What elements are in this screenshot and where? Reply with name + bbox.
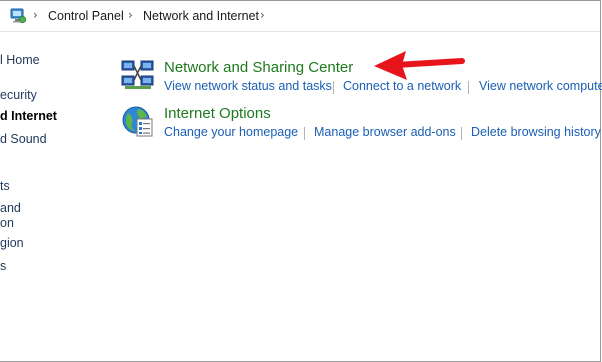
nav-item-hardware-and-sound[interactable]: d Sound xyxy=(0,132,47,146)
link-separator xyxy=(333,81,334,94)
manage-browser-addons-link[interactable]: Manage browser add-ons xyxy=(314,125,456,139)
breadcrumb-separator: › xyxy=(260,8,265,22)
nav-item-system-and-security[interactable]: ecurity xyxy=(0,88,37,102)
network-and-sharing-center-title[interactable]: Network and Sharing Center xyxy=(164,59,353,76)
internet-options-title[interactable]: Internet Options xyxy=(164,105,271,122)
address-bar[interactable]: › Control Panel › Network and Internet › xyxy=(0,1,600,32)
breadcrumb-separator: › xyxy=(128,8,133,22)
nav-item-control-panel-home[interactable]: l Home xyxy=(0,53,40,67)
view-network-computers-link[interactable]: View network compute xyxy=(479,79,602,93)
breadcrumb-control-panel[interactable]: Control Panel xyxy=(48,9,124,23)
view-network-status-link[interactable]: View network status and tasks xyxy=(164,79,332,93)
nav-item-clock-and-region[interactable]: gion xyxy=(0,236,24,250)
nav-item-ease-of-access[interactable]: s xyxy=(0,259,6,273)
nav-item-user-accounts[interactable]: ts xyxy=(0,179,10,193)
change-homepage-link[interactable]: Change your homepage xyxy=(164,125,298,139)
internet-options-icon[interactable] xyxy=(121,104,155,138)
left-navigation: l Home ecurity d Internet d Sound ts and… xyxy=(0,31,100,361)
breadcrumb-network-and-internet[interactable]: Network and Internet xyxy=(143,9,259,23)
network-sharing-icon[interactable] xyxy=(121,58,155,92)
nav-item-appearance-and-personalization[interactable]: and xyxy=(0,201,21,215)
control-panel-icon xyxy=(10,8,27,24)
link-separator xyxy=(461,127,462,140)
nav-item-network-and-internet[interactable]: d Internet xyxy=(0,109,57,123)
red-arrow-icon xyxy=(374,51,465,80)
control-panel-window: › Control Panel › Network and Internet ›… xyxy=(0,0,602,362)
nav-item-appearance-and-personalization-line2[interactable]: on xyxy=(0,216,14,230)
link-separator xyxy=(304,127,305,140)
delete-browsing-history-link[interactable]: Delete browsing history a xyxy=(471,125,602,139)
link-separator xyxy=(468,81,469,94)
breadcrumb-separator: › xyxy=(33,8,38,22)
